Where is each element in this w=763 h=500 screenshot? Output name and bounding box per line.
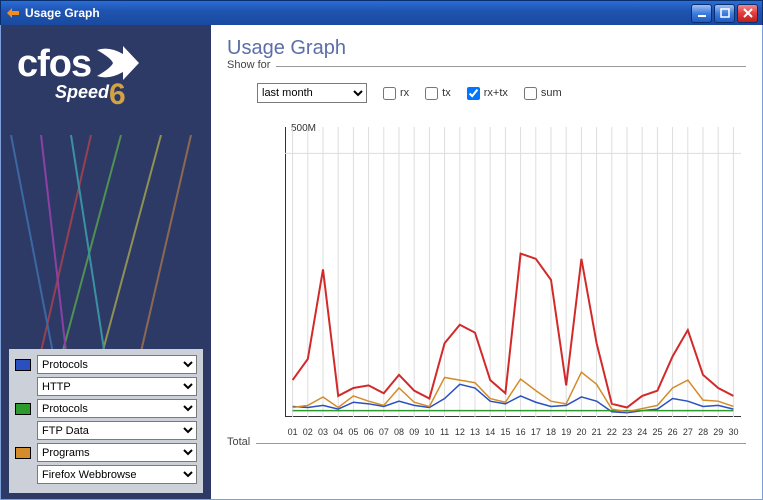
legend-value-select-1[interactable]: FTP Data [37,421,197,440]
legend-value-select-2[interactable]: Firefox Webbrowse [37,465,197,484]
legend-category-select-0[interactable]: Protocols [37,355,197,374]
logo: cfos Speed6 [1,25,211,122]
swatch-green [15,403,31,415]
check-sum[interactable]: sum [524,87,562,100]
logo-sub: Speed6 [55,78,195,112]
swatch-orange [15,447,31,459]
legend-category-select-1[interactable]: Protocols [37,399,197,418]
total-label: Total [227,436,256,448]
app-icon [5,5,21,21]
legend-value-select-0[interactable]: HTTP [37,377,197,396]
legend-category-select-2[interactable]: Programs [37,443,197,462]
minimize-button[interactable] [691,4,712,23]
titlebar: Usage Graph [0,0,763,25]
page-title: Usage Graph [227,37,746,60]
window-controls [691,4,758,23]
check-tx[interactable]: tx [425,87,451,100]
swatch-blue [15,359,31,371]
check-rxtx[interactable]: rx+tx [467,87,508,100]
period-select[interactable]: last month [257,83,367,103]
content: Usage Graph Show for last month rx tx rx… [211,25,762,499]
total-group: Total [227,443,746,450]
chart: 500M 01020304050607080910111213141516171… [227,117,746,437]
maximize-button[interactable] [714,4,735,23]
sidebar: cfos Speed6 Protoco [1,25,211,499]
showfor-group: Show for last month rx tx rx+tx sum [227,66,746,103]
close-button[interactable] [737,4,758,23]
x-axis-labels: 0102030405060708091011121314151617181920… [285,427,741,437]
check-rx[interactable]: rx [383,87,409,100]
legend-panel: Protocols HTTP Protocols FTP Data Progra… [9,349,203,493]
showfor-label: Show for [227,59,276,71]
window-title: Usage Graph [25,6,691,20]
